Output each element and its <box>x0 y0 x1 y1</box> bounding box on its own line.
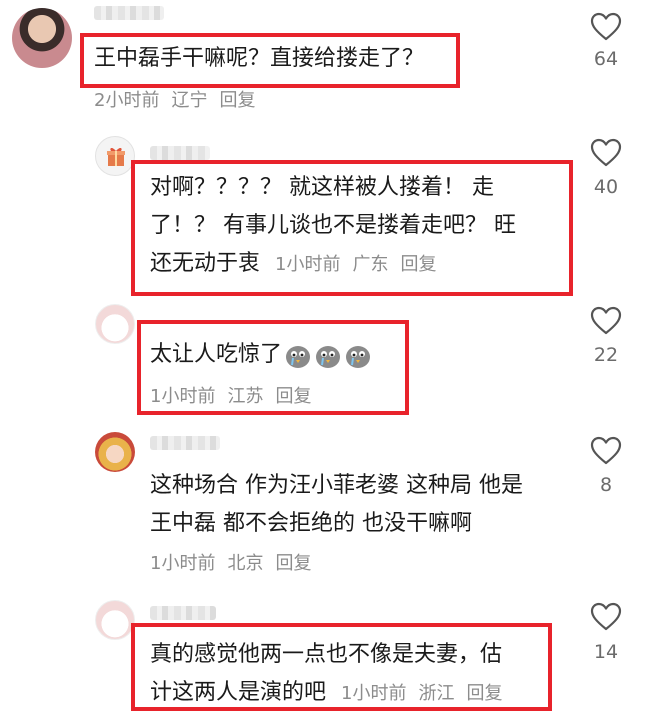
comment-line: 王中磊 都不会拒绝的 也没干嘛啊 <box>150 511 472 536</box>
username-blurred[interactable] <box>94 6 164 20</box>
comment-time: 2小时前 <box>94 90 160 111</box>
reply-button[interactable]: 回复 <box>275 553 311 574</box>
like-count: 14 <box>593 641 619 663</box>
heart-outline-icon[interactable] <box>590 602 622 632</box>
comment-location: 辽宁 <box>171 90 208 111</box>
comment-text: 这种场合 作为汪小菲老婆 这种局 他是 王中磊 都不会拒绝的 也没干嘛啊 <box>150 467 523 543</box>
like-count: 40 <box>593 176 619 198</box>
heart-outline-icon[interactable] <box>590 436 622 466</box>
username-blurred[interactable] <box>150 146 210 160</box>
like-count: 8 <box>599 474 613 496</box>
heart-outline-icon[interactable] <box>590 12 622 42</box>
comment-line: 这种场合 作为汪小菲老婆 这种局 他是 <box>150 473 523 498</box>
heart-outline-icon[interactable] <box>590 306 622 336</box>
avatar[interactable] <box>95 136 135 176</box>
comment-location: 北京 <box>227 553 264 574</box>
comment-meta: 2小时前 辽宁 回复 <box>94 86 267 112</box>
like-count: 22 <box>593 344 619 366</box>
heart-outline-icon[interactable] <box>590 138 622 168</box>
comment-time: 1小时前 <box>150 553 216 574</box>
reply-button[interactable]: 回复 <box>219 90 255 111</box>
highlight-box <box>137 320 409 415</box>
avatar[interactable] <box>95 600 135 640</box>
comment-meta: 1小时前 北京 回复 <box>150 549 323 575</box>
highlight-box <box>131 623 552 711</box>
avatar[interactable] <box>12 8 72 68</box>
gift-icon <box>107 147 125 166</box>
highlight-box <box>80 33 460 88</box>
avatar[interactable] <box>95 432 135 472</box>
like-count: 64 <box>593 48 619 70</box>
avatar[interactable] <box>95 304 135 344</box>
username-blurred[interactable] <box>150 436 220 450</box>
username-blurred[interactable] <box>150 606 216 620</box>
highlight-box <box>131 160 573 296</box>
